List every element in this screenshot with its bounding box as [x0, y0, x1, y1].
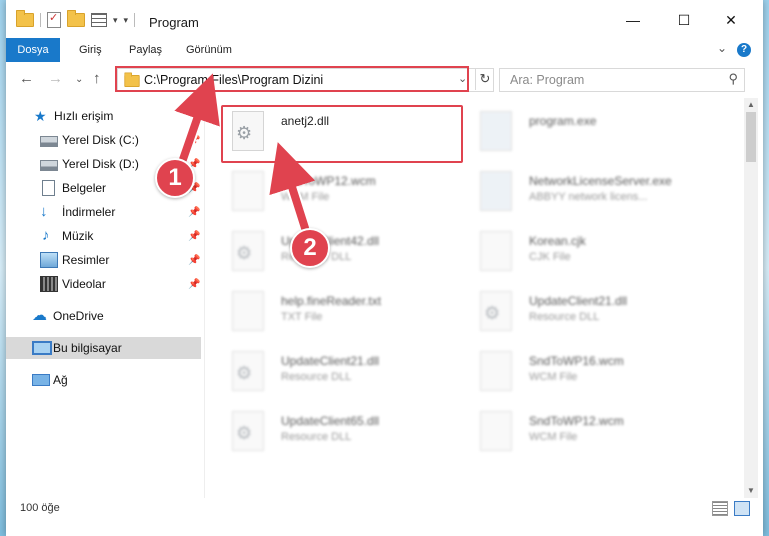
arrow-1 — [174, 73, 220, 172]
arrows-svg — [174, 73, 316, 234]
step-1-badge: 1 — [155, 158, 195, 198]
arrow-2 — [269, 142, 316, 232]
step-2-badge: 2 — [290, 228, 330, 268]
